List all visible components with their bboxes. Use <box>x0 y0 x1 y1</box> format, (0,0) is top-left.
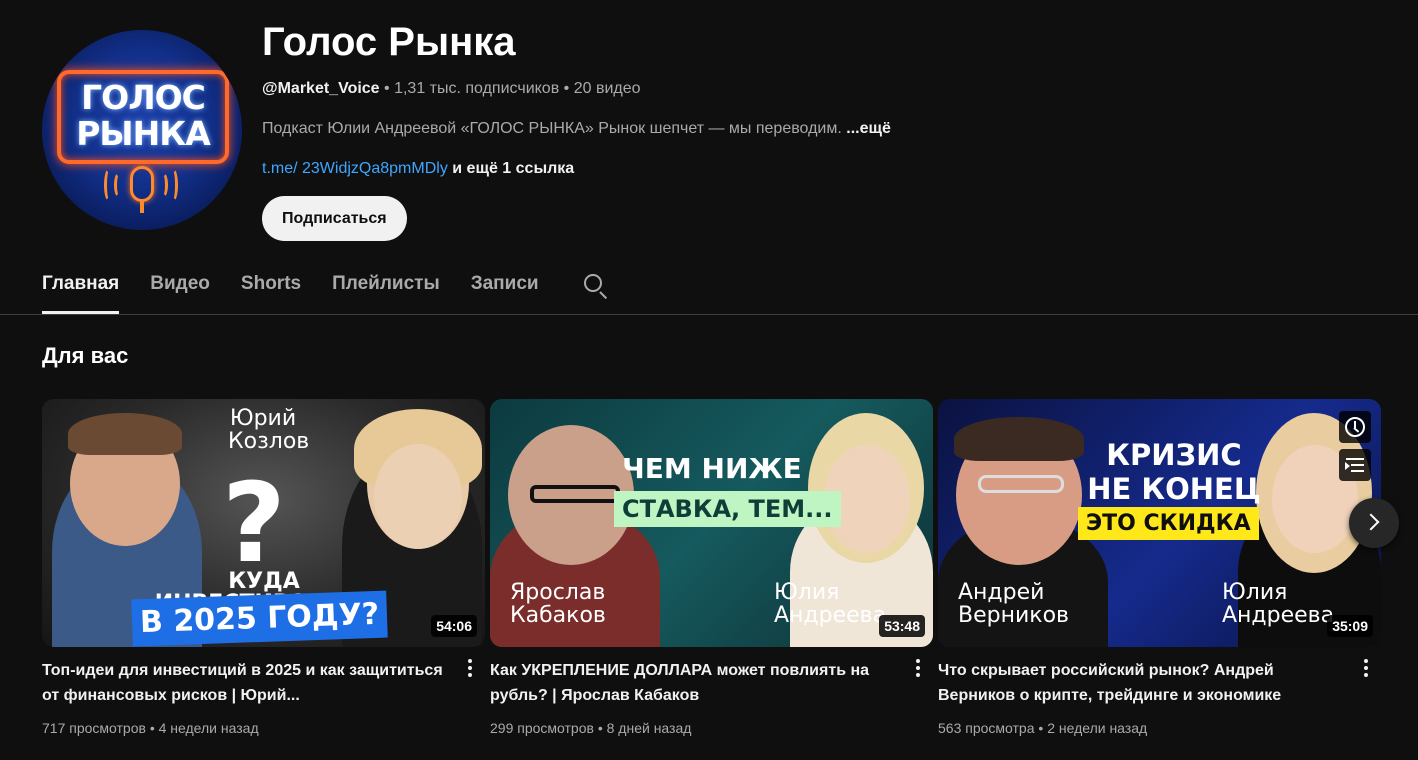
microphone-icon <box>130 166 154 213</box>
thumbnail-name: Юлия Андреева <box>774 580 887 628</box>
sound-wave-icon <box>104 168 114 202</box>
video-duration: 54:06 <box>431 615 477 637</box>
more-vert-icon[interactable] <box>1361 657 1371 679</box>
video-meta: 717 просмотров • 4 недели назад <box>42 720 259 736</box>
tab-playlists[interactable]: Плейлисты <box>332 262 440 314</box>
tab-videos[interactable]: Видео <box>150 262 210 314</box>
more-vert-icon[interactable] <box>465 657 475 679</box>
subscriber-count: 1,31 тыс. подписчиков <box>394 80 560 97</box>
description-more-button[interactable]: ...ещё <box>846 120 891 137</box>
avatar-logo-text: ГОЛОС РЫНКА <box>61 80 225 152</box>
sound-wave-icon <box>158 172 168 198</box>
thumbnail-question: ? <box>222 459 286 587</box>
video-thumbnail[interactable]: Юрий Козлов ? КУДА ИНВЕСТИРОВАТЬ В 2025 … <box>42 399 485 647</box>
video-duration: 35:09 <box>1327 615 1373 637</box>
video-duration: 53:48 <box>879 615 925 637</box>
avatar-neon-sign: ГОЛОС РЫНКА <box>57 70 229 164</box>
thumbnail-caption: НЕ КОНЕЦ <box>1087 472 1261 506</box>
channel-title: Голос Рынка <box>262 20 516 64</box>
video-count: 20 видео <box>573 80 641 97</box>
shelf-next-button[interactable] <box>1349 498 1399 548</box>
tabs-divider <box>0 314 1418 315</box>
video-meta: 299 просмотров • 8 дней назад <box>490 720 692 736</box>
video-age: 2 недели назад <box>1047 720 1148 736</box>
search-icon[interactable] <box>582 272 608 300</box>
queue-icon[interactable] <box>1339 449 1371 481</box>
subscribe-button[interactable]: Подписаться <box>262 196 407 241</box>
thumbnail-glasses <box>978 475 1064 493</box>
meta-separator: • <box>559 80 574 97</box>
channel-description[interactable]: Подкаст Юлии Андреевой «ГОЛОС РЫНКА» Рын… <box>262 118 891 140</box>
video-shelf: Юрий Козлов ? КУДА ИНВЕСТИРОВАТЬ В 2025 … <box>42 399 1382 749</box>
video-thumbnail[interactable]: ЧЕМ НИЖЕ СТАВКА, ТЕМ... Ярослав Кабаков … <box>490 399 933 647</box>
thumbnail-name: Ярослав Кабаков <box>510 580 606 628</box>
meta-separator: • <box>379 80 395 97</box>
section-title: Для вас <box>42 343 129 368</box>
video-thumbnail[interactable]: КРИЗИС НЕ КОНЕЦ ЭТО СКИДКА Андрей Верник… <box>938 399 1381 647</box>
chevron-right-icon <box>1362 513 1380 531</box>
more-vert-icon[interactable] <box>913 657 923 679</box>
thumbnail-caption: ЧЕМ НИЖЕ <box>622 452 802 485</box>
channel-avatar[interactable]: ГОЛОС РЫНКА <box>42 30 242 230</box>
tab-posts[interactable]: Записи <box>471 262 539 314</box>
video-views: 563 просмотра <box>938 720 1035 736</box>
video-meta: 563 просмотра • 2 недели назад <box>938 720 1148 736</box>
thumbnail-name: Юлия Андреева <box>1222 580 1335 628</box>
thumbnail-caption-band: СТАВКА, ТЕМ... <box>614 491 841 527</box>
channel-links: t.me/ 23WidjzQa8pmMDly и ещё 1 ссылка <box>262 158 891 180</box>
thumbnail-caption-band: В 2025 ГОДУ? <box>131 590 388 647</box>
avatar-logo-line2: РЫНКА <box>76 114 211 153</box>
thumbnail-caption: КРИЗИС <box>1106 438 1242 472</box>
thumbnail-name: Юрий Козлов <box>228 406 310 454</box>
sound-wave-icon <box>168 168 178 202</box>
tab-home[interactable]: Главная <box>42 262 120 314</box>
thumbnail-caption-band: ЭТО СКИДКА <box>1078 507 1259 540</box>
video-views: 299 просмотров <box>490 720 594 736</box>
channel-tabs: Главная Видео Shorts Плейлисты Записи <box>42 262 608 314</box>
avatar-logo-line1: ГОЛОС <box>81 78 206 117</box>
channel-info: Голос Рынка @Market_Voice • 1,31 тыс. по… <box>262 18 891 241</box>
video-card: ЧЕМ НИЖЕ СТАВКА, ТЕМ... Ярослав Кабаков … <box>490 399 933 738</box>
thumbnail-glasses <box>530 485 620 503</box>
tab-shorts[interactable]: Shorts <box>241 262 301 314</box>
video-title[interactable]: Топ-идеи для инвестиций в 2025 и как защ… <box>42 658 452 708</box>
video-title[interactable]: Что скрывает российский рынок? Андрей Ве… <box>938 658 1348 708</box>
video-views: 717 просмотров <box>42 720 146 736</box>
more-links-button[interactable]: и ещё 1 ссылка <box>448 160 574 177</box>
video-title[interactable]: Как УКРЕПЛЕНИЕ ДОЛЛАРА может повлиять на… <box>490 658 900 708</box>
channel-header: ГОЛОС РЫНКА Голос Рынка @Market_Voice • … <box>42 18 1382 248</box>
clock-icon[interactable] <box>1339 411 1371 443</box>
channel-link[interactable]: t.me/ 23WidjzQa8pmMDly <box>262 160 448 177</box>
thumbnail-name: Андрей Верников <box>958 580 1069 628</box>
sound-wave-icon <box>114 172 124 198</box>
channel-meta: @Market_Voice • 1,31 тыс. подписчиков • … <box>262 78 891 100</box>
video-age: 4 недели назад <box>158 720 259 736</box>
video-card: КРИЗИС НЕ КОНЕЦ ЭТО СКИДКА Андрей Верник… <box>938 399 1381 738</box>
channel-handle[interactable]: @Market_Voice <box>262 80 380 97</box>
video-card: Юрий Козлов ? КУДА ИНВЕСТИРОВАТЬ В 2025 … <box>42 399 485 738</box>
description-text: Подкаст Юлии Андреевой «ГОЛОС РЫНКА» Рын… <box>262 120 842 137</box>
video-age: 8 дней назад <box>606 720 692 736</box>
